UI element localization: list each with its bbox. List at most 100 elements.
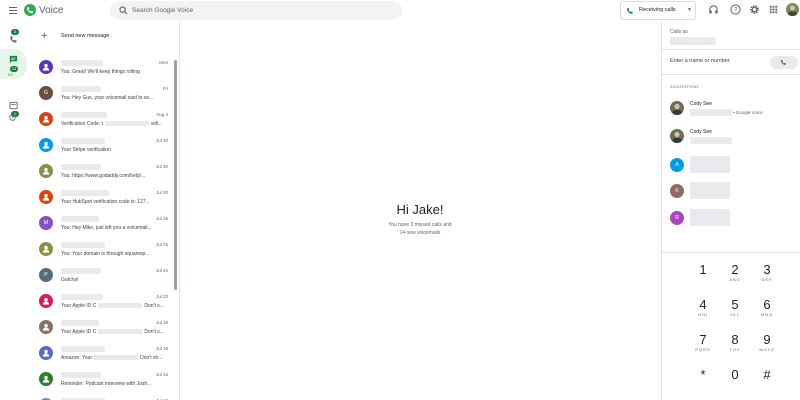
contact-name-redacted: [61, 294, 103, 300]
contact-photo: [670, 101, 684, 115]
dialpad-key[interactable]: 4 GHI: [688, 297, 718, 327]
contact-name-redacted: [61, 242, 105, 248]
conversation-date: Jul 25: [155, 242, 168, 247]
avatar-letter: G: [43, 90, 49, 96]
search-bar[interactable]: [110, 1, 402, 20]
dialpad-key[interactable]: 6 MNO: [752, 297, 782, 327]
snippet-text: Reminder: Podcast Interview with Josh...: [61, 381, 152, 387]
conversation-item[interactable]: Mon You: Great! We'll keep things rolling: [28, 54, 174, 79]
plus-icon: +: [41, 30, 48, 42]
phone-icon: [781, 59, 786, 65]
dial-input[interactable]: [670, 54, 770, 68]
key-digit: 4: [699, 297, 707, 312]
person-icon: [42, 167, 50, 175]
suggestion-item[interactable]: K: [662, 182, 800, 206]
conversation-item[interactable]: Jul 23 Your Apple ID C Don't s...: [28, 288, 174, 313]
nav-voicemail[interactable]: 1: [0, 95, 27, 121]
dialpad-key[interactable]: 3 DEF: [752, 262, 782, 292]
receiving-calls-label: Receiving calls: [639, 7, 676, 13]
dialpad-key[interactable]: 8 TUV: [720, 332, 750, 362]
redacted-block: [104, 121, 149, 127]
conversation-item[interactable]: Jul 30 You: https://www.godaddy.com/help/…: [28, 158, 174, 183]
app-title: Voice: [39, 5, 64, 16]
redacted-block: [98, 303, 143, 309]
key-digit: 1: [699, 262, 707, 277]
dialpad-key[interactable]: 2 ABC: [720, 262, 750, 292]
suggestion-item[interactable]: Cody See • Google Voice: [662, 99, 800, 123]
contact-avatar: M: [39, 216, 53, 230]
person-icon: [42, 63, 50, 71]
person-icon: [42, 193, 50, 201]
conversation-item[interactable]: P Jul 24 Gotcha!: [28, 262, 174, 287]
dialpad-key[interactable]: 0: [720, 367, 750, 397]
message-snippet: Your Apple ID C Don't s...: [61, 329, 171, 335]
contact-name-redacted: [61, 86, 101, 92]
suggestion-item[interactable]: A: [662, 156, 800, 180]
dialpad-key[interactable]: 5 JKL: [720, 297, 750, 327]
redacted-contact: [690, 156, 730, 173]
contact-avatar: [39, 294, 53, 308]
divider: [662, 74, 800, 75]
suggestion-name: Cody See: [690, 129, 712, 135]
send-new-message-button[interactable]: + Send new message: [38, 30, 158, 42]
menu-icon[interactable]: [9, 7, 17, 14]
dialpad-key[interactable]: 1: [688, 262, 718, 292]
divider: [662, 49, 800, 50]
dialpad-key[interactable]: *: [688, 367, 718, 397]
conversation-item[interactable]: M Jul 26 You: Hey Mike, just left you a vo…: [28, 210, 174, 235]
help-icon[interactable]: ?: [730, 4, 741, 15]
redacted-block: [94, 355, 139, 361]
message-snippet: Amazon: Your Don't sh...: [61, 355, 171, 361]
settings-gear-icon[interactable]: [749, 4, 760, 15]
person-icon: [42, 245, 50, 253]
conversation-item[interactable]: Jul 19 Your Apple ID C Don't s...: [28, 314, 174, 339]
key-letters: PQRS: [695, 347, 711, 352]
conversation-item[interactable]: Jul 30 Your Stripe verification: [28, 132, 174, 157]
receiving-calls-dropdown[interactable]: Receiving calls ▼: [620, 1, 696, 20]
conversation-item[interactable]: G Fri You: Hey Gus, your voicemail said to…: [28, 80, 174, 105]
message-snippet: You: Hey Gus, your voicemail said to se.…: [61, 95, 171, 101]
suggestion-item[interactable]: Cody See: [662, 127, 800, 151]
suggestion-name: Cody See: [690, 101, 712, 107]
conversation-item[interactable]: Jul 19 Amazon: Your Don't sh...: [28, 340, 174, 365]
snippet-text: You: Your domain is through squaresp...: [61, 251, 150, 257]
conversation-item[interactable]: Jul 12: [28, 392, 174, 400]
contact-name-redacted: [61, 372, 101, 378]
search-input[interactable]: [132, 1, 392, 20]
dialpad-key[interactable]: 7 PQRS: [688, 332, 718, 362]
headset-icon[interactable]: [708, 4, 719, 15]
nav-messages[interactable]: 13 9.9: [0, 49, 27, 79]
avatar-letter: P: [44, 272, 48, 278]
dialpad-key[interactable]: 9 WXYZ: [752, 332, 782, 362]
message-snippet: You: Hey Mike, just left you a voicemail…: [61, 225, 171, 231]
scrollbar[interactable]: [174, 60, 177, 290]
conversation-date: Jul 19: [155, 320, 168, 325]
contact-photo: [670, 129, 684, 143]
call-button[interactable]: [770, 56, 798, 69]
contact-name-redacted: [61, 164, 101, 170]
conversation-item[interactable]: Jul 15 Reminder: Podcast Interview with J…: [28, 366, 174, 391]
suggestion-item[interactable]: R: [662, 209, 800, 233]
search-icon: [119, 6, 128, 15]
conversation-date: Fri: [162, 86, 168, 91]
conversation-date: Jul 30: [155, 190, 168, 195]
conversation-item[interactable]: Jul 30 Your HubSpot verification code is:…: [28, 184, 174, 209]
conversation-item[interactable]: Aug 4 Verification Code: t will...: [28, 106, 174, 131]
key-digit: 2: [731, 262, 739, 277]
avatar-letter: K: [675, 188, 679, 194]
caret-down-icon: ▼: [687, 7, 692, 13]
apps-grid-icon[interactable]: [768, 4, 779, 15]
conversation-item[interactable]: Jul 25 You: Your domain is through square…: [28, 236, 174, 261]
contact-avatar: [39, 60, 53, 74]
contact-name-redacted: [61, 268, 101, 274]
key-digit: 8: [731, 332, 739, 347]
summary-line-1: You have 3 missed calls and: [388, 222, 452, 228]
dialer-panel: Calls as SUGGESTIONS Cody See • Google Vo…: [661, 22, 800, 400]
snippet-text: Verification Code: t: [61, 121, 103, 127]
calls-as-number[interactable]: [670, 37, 716, 45]
dialpad-key[interactable]: #: [752, 367, 782, 397]
key-letters: TUV: [729, 347, 741, 352]
message-snippet: Your Stripe verification: [61, 147, 171, 153]
conversation-date: Jul 26: [155, 216, 168, 221]
account-avatar[interactable]: [786, 3, 799, 16]
